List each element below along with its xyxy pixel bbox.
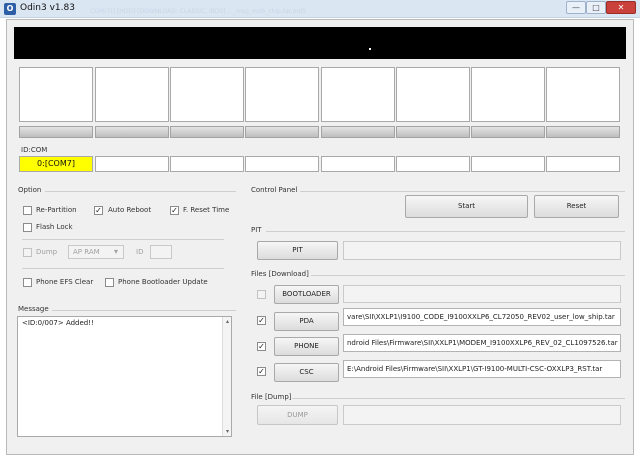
progress-bar-2 <box>95 126 169 138</box>
option-divider <box>45 191 236 192</box>
device-slot-3 <box>170 67 244 122</box>
device-slot-6 <box>396 67 470 122</box>
id-com-label: ID:COM <box>21 146 48 154</box>
csc-path-field[interactable]: E:\Android Files\Firmware\SII\XXLP1\GT-I… <box>343 360 621 378</box>
odin-app-icon: O <box>4 3 16 15</box>
flash-lock-checkbox[interactable] <box>23 223 32 232</box>
start-button[interactable]: Start <box>405 195 528 218</box>
file-dump-title: File [Dump] <box>251 393 292 401</box>
progress-bar-1 <box>19 126 93 138</box>
maximize-button[interactable]: □ <box>586 1 606 14</box>
control-panel-title: Control Panel <box>251 186 298 194</box>
phone-path-field[interactable]: ndroid Files\Firmware\SII\XXLP1\MODEM_I9… <box>343 334 621 352</box>
csc-checkbox[interactable]: ✓ <box>257 367 266 376</box>
device-slot-2 <box>95 67 169 122</box>
com-port-4 <box>245 156 319 172</box>
device-slot-7 <box>471 67 545 122</box>
com-port-2 <box>95 156 169 172</box>
phone-bootloader-update-label: Phone Bootloader Update <box>118 278 208 286</box>
csc-button[interactable]: CSC <box>274 363 339 382</box>
option-group-title: Option <box>18 186 42 194</box>
pit-button[interactable]: PIT <box>257 241 338 260</box>
auto-reboot-label: Auto Reboot <box>108 206 152 214</box>
message-scrollbar[interactable]: ▴ ▾ <box>222 317 231 436</box>
dump-type-select[interactable]: AP RAM ▾ <box>68 245 124 259</box>
message-divider <box>52 310 236 311</box>
com-port-7 <box>471 156 545 172</box>
status-indicator-dot <box>369 48 371 50</box>
com-port-1: 0:[COM7] <box>19 156 93 172</box>
pit-path-field[interactable] <box>343 241 621 260</box>
dump-checkbox[interactable] <box>23 248 32 257</box>
phone-efs-clear-label: Phone EFS Clear <box>36 278 94 286</box>
progress-bar-4 <box>245 126 319 138</box>
f-reset-time-label: F. Reset Time <box>183 206 230 214</box>
pda-path-field[interactable]: vare\SII\XXLP1\I9100_CODE_I9100XXLP6_CL7… <box>343 308 621 326</box>
auto-reboot-checkbox[interactable]: ✓ <box>94 206 103 215</box>
com-port-5 <box>321 156 395 172</box>
close-button[interactable]: ✕ <box>606 1 636 14</box>
dump-label: Dump <box>36 248 58 256</box>
control-panel-divider <box>300 191 625 192</box>
status-display-bar <box>14 27 626 59</box>
option-lower-divider <box>22 268 224 269</box>
re-partition-label: Re-Partition <box>36 206 77 214</box>
phone-efs-clear-checkbox[interactable] <box>23 278 32 287</box>
progress-bar-3 <box>170 126 244 138</box>
progress-bar-8 <box>546 126 620 138</box>
dump-id-input[interactable] <box>150 245 172 259</box>
message-log[interactable]: <ID:0/007> Added!! <box>17 316 232 437</box>
phone-bootloader-update-checkbox[interactable] <box>105 278 114 287</box>
phone-button[interactable]: PHONE <box>274 337 339 356</box>
device-slot-1 <box>19 67 93 122</box>
window-title: Odin3 v1.83 <box>20 3 75 13</box>
dump-button[interactable]: DUMP <box>257 405 338 425</box>
phone-checkbox[interactable]: ✓ <box>257 342 266 351</box>
pit-divider <box>266 231 625 232</box>
progress-bar-6 <box>396 126 470 138</box>
message-group-title: Message <box>18 305 49 313</box>
pit-title: PIT <box>251 226 262 234</box>
flash-lock-label: Flash Lock <box>36 223 73 231</box>
minimize-button[interactable]: — <box>566 1 586 14</box>
device-slot-8 <box>546 67 620 122</box>
reset-button[interactable]: Reset <box>534 195 619 218</box>
scroll-down-icon[interactable]: ▾ <box>223 427 232 436</box>
bootloader-path-field[interactable] <box>343 285 621 303</box>
device-slot-4 <box>245 67 319 122</box>
bootloader-button[interactable]: BOOTLOADER <box>274 285 339 304</box>
chevron-down-icon: ▾ <box>114 247 119 256</box>
files-divider <box>311 275 625 276</box>
device-slot-5 <box>321 67 395 122</box>
dump-path-field[interactable] <box>343 405 621 425</box>
pda-checkbox[interactable]: ✓ <box>257 316 266 325</box>
re-partition-checkbox[interactable] <box>23 206 32 215</box>
dump-type-value: AP RAM <box>73 248 100 256</box>
dump-id-label: ID <box>136 248 144 256</box>
com-port-3 <box>170 156 244 172</box>
bootloader-checkbox[interactable] <box>257 290 266 299</box>
files-download-title: Files [Download] <box>251 270 309 278</box>
background-window-text: COM(7)] [HDD] [DOWNLOAD: CLASSIC, IBD0] … <box>90 8 307 15</box>
progress-bar-5 <box>321 126 395 138</box>
com-port-8 <box>546 156 620 172</box>
scroll-up-icon[interactable]: ▴ <box>223 317 232 326</box>
progress-bar-7 <box>471 126 545 138</box>
option-inner-divider <box>22 239 224 240</box>
f-reset-time-checkbox[interactable]: ✓ <box>170 206 179 215</box>
file-dump-divider <box>292 398 625 399</box>
pda-button[interactable]: PDA <box>274 312 339 331</box>
com-port-6 <box>396 156 470 172</box>
